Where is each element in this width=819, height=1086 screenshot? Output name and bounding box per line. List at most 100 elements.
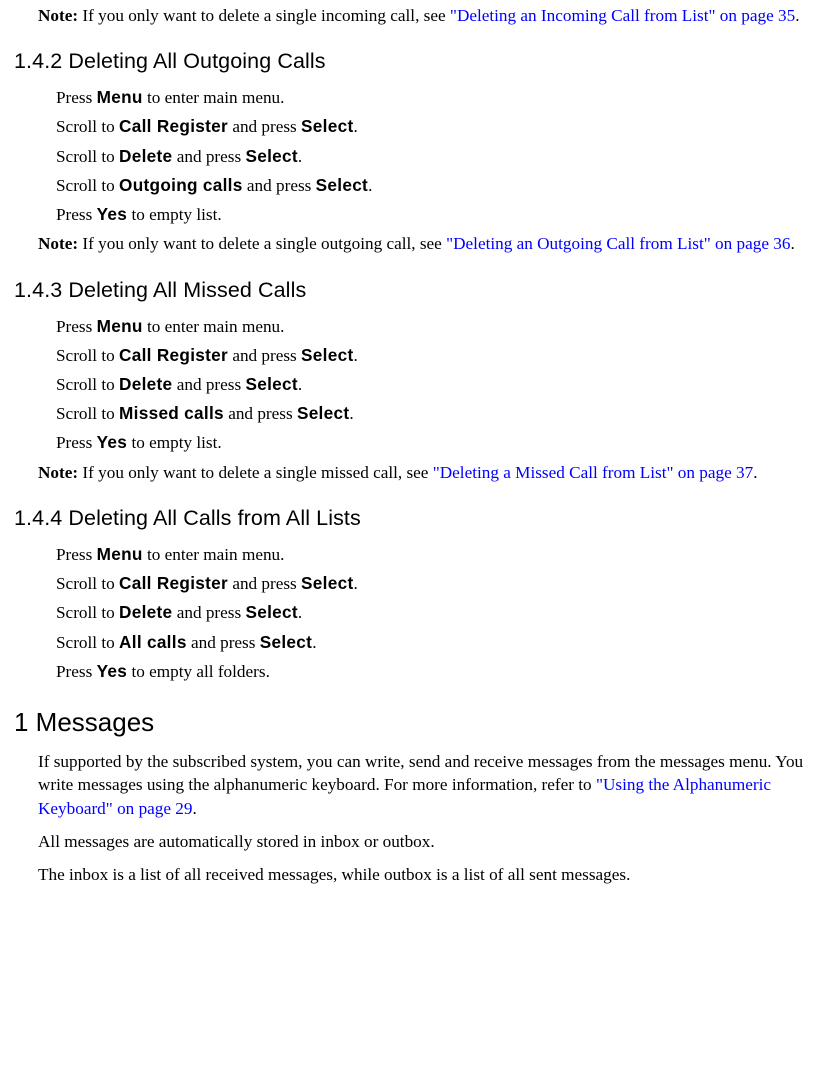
step-text: .: [354, 346, 358, 365]
note-incoming: Note: If you only want to delete a singl…: [38, 4, 805, 27]
step-text: Press: [56, 662, 97, 681]
paragraph: If supported by the subscribed system, y…: [38, 750, 805, 820]
step: Scroll to Call Register and press Select…: [56, 572, 805, 595]
step-text: Press: [56, 433, 97, 452]
note-outgoing: Note: If you only want to delete a singl…: [38, 232, 805, 255]
step-text: .: [349, 404, 353, 423]
step-text: and press: [228, 574, 301, 593]
step: Scroll to All calls and press Select.: [56, 631, 805, 654]
step: Scroll to Missed calls and press Select.: [56, 402, 805, 425]
step-text: .: [298, 147, 302, 166]
step-text: and press: [224, 404, 297, 423]
step-text: and press: [172, 603, 245, 622]
step-text: and press: [172, 375, 245, 394]
ui-label: Select: [301, 573, 353, 593]
step-text: .: [298, 375, 302, 394]
step-text: Press: [56, 205, 97, 224]
note-label: Note:: [38, 463, 78, 482]
step-text: Scroll to: [56, 404, 119, 423]
paragraph: The inbox is a list of all received mess…: [38, 863, 805, 886]
para-text: .: [193, 799, 197, 818]
heading-144: 1.4.4 Deleting All Calls from All Lists: [14, 504, 805, 533]
step: Press Yes to empty list.: [56, 431, 805, 454]
step-text: .: [354, 117, 358, 136]
ui-label: Select: [301, 116, 353, 136]
step-text: .: [354, 574, 358, 593]
ui-label: Delete: [119, 602, 172, 622]
step: Scroll to Delete and press Select.: [56, 601, 805, 624]
note-text-end: .: [790, 234, 794, 253]
step: Scroll to Delete and press Select.: [56, 145, 805, 168]
step-text: Scroll to: [56, 633, 119, 652]
ui-label: Yes: [97, 204, 128, 224]
note-text: If you only want to delete a single outg…: [78, 234, 446, 253]
step-text: and press: [172, 147, 245, 166]
note-text: If you only want to delete a single miss…: [78, 463, 433, 482]
step: Scroll to Outgoing calls and press Selec…: [56, 174, 805, 197]
step-text: Scroll to: [56, 117, 119, 136]
step-text: Scroll to: [56, 147, 119, 166]
ui-label: Select: [297, 403, 349, 423]
step-text: Press: [56, 317, 97, 336]
step-text: Scroll to: [56, 346, 119, 365]
ui-label: All calls: [119, 632, 187, 652]
ui-label: Call Register: [119, 116, 228, 136]
step-text: Scroll to: [56, 574, 119, 593]
step-text: .: [312, 633, 316, 652]
ui-label: Menu: [97, 87, 143, 107]
link-deleting-incoming[interactable]: "Deleting an Incoming Call from List" on…: [450, 6, 795, 25]
step-text: and press: [187, 633, 260, 652]
ui-label: Select: [260, 632, 312, 652]
ui-label: Call Register: [119, 573, 228, 593]
ui-label: Select: [301, 345, 353, 365]
step: Press Menu to enter main menu.: [56, 315, 805, 338]
note-text-end: .: [753, 463, 757, 482]
heading-143: 1.4.3 Deleting All Missed Calls: [14, 276, 805, 305]
step-text: Press: [56, 545, 97, 564]
note-text: If you only want to delete a single inco…: [78, 6, 450, 25]
ui-label: Yes: [97, 661, 128, 681]
ui-label: Select: [245, 602, 297, 622]
step: Press Yes to empty list.: [56, 203, 805, 226]
ui-label: Select: [316, 175, 368, 195]
step: Press Menu to enter main menu.: [56, 86, 805, 109]
step-text: to empty list.: [127, 433, 222, 452]
step-text: .: [298, 603, 302, 622]
step-text: to enter main menu.: [143, 317, 285, 336]
paragraph: All messages are automatically stored in…: [38, 830, 805, 853]
ui-label: Menu: [97, 544, 143, 564]
link-deleting-outgoing[interactable]: "Deleting an Outgoing Call from List" on…: [446, 234, 790, 253]
note-label: Note:: [38, 6, 78, 25]
step: Scroll to Call Register and press Select…: [56, 344, 805, 367]
step: Scroll to Delete and press Select.: [56, 373, 805, 396]
step-text: to enter main menu.: [143, 88, 285, 107]
ui-label: Delete: [119, 146, 172, 166]
heading-messages: 1 Messages: [14, 705, 805, 740]
step-text: and press: [228, 117, 301, 136]
step: Press Yes to empty all folders.: [56, 660, 805, 683]
ui-label: Menu: [97, 316, 143, 336]
step-text: Scroll to: [56, 603, 119, 622]
ui-label: Select: [245, 146, 297, 166]
heading-142: 1.4.2 Deleting All Outgoing Calls: [14, 47, 805, 76]
step-text: .: [368, 176, 372, 195]
step-text: Press: [56, 88, 97, 107]
step: Scroll to Call Register and press Select…: [56, 115, 805, 138]
step-text: Scroll to: [56, 176, 119, 195]
step-text: Scroll to: [56, 375, 119, 394]
ui-label: Call Register: [119, 345, 228, 365]
step-text: to empty all folders.: [127, 662, 270, 681]
step-text: and press: [228, 346, 301, 365]
step: Press Menu to enter main menu.: [56, 543, 805, 566]
ui-label: Delete: [119, 374, 172, 394]
link-deleting-missed[interactable]: "Deleting a Missed Call from List" on pa…: [433, 463, 754, 482]
ui-label: Outgoing calls: [119, 175, 243, 195]
note-label: Note:: [38, 234, 78, 253]
note-text-end: .: [795, 6, 799, 25]
note-missed: Note: If you only want to delete a singl…: [38, 461, 805, 484]
ui-label: Missed calls: [119, 403, 224, 423]
ui-label: Select: [245, 374, 297, 394]
step-text: to enter main menu.: [143, 545, 285, 564]
step-text: and press: [243, 176, 316, 195]
ui-label: Yes: [97, 432, 128, 452]
